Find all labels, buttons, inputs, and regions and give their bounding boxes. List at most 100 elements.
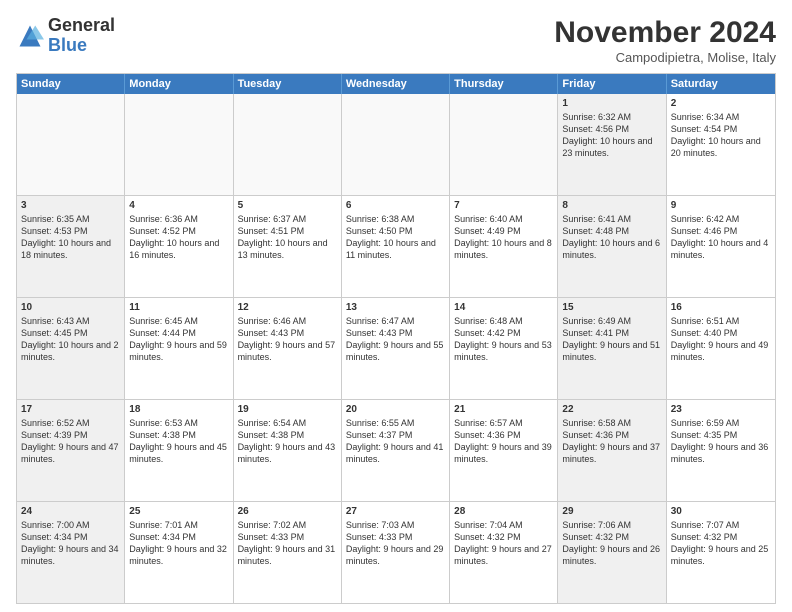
calendar-cell: 20Sunrise: 6:55 AM Sunset: 4:37 PM Dayli… bbox=[342, 400, 450, 501]
cell-info: Sunrise: 6:43 AM Sunset: 4:45 PM Dayligh… bbox=[21, 315, 120, 364]
cell-info: Sunrise: 6:37 AM Sunset: 4:51 PM Dayligh… bbox=[238, 213, 337, 262]
day-number: 29 bbox=[562, 505, 661, 518]
calendar-cell: 28Sunrise: 7:04 AM Sunset: 4:32 PM Dayli… bbox=[450, 502, 558, 603]
calendar-cell: 6Sunrise: 6:38 AM Sunset: 4:50 PM Daylig… bbox=[342, 196, 450, 297]
calendar-cell: 22Sunrise: 6:58 AM Sunset: 4:36 PM Dayli… bbox=[558, 400, 666, 501]
logo-text: General Blue bbox=[48, 16, 115, 56]
day-number: 18 bbox=[129, 403, 228, 416]
cell-info: Sunrise: 7:06 AM Sunset: 4:32 PM Dayligh… bbox=[562, 519, 661, 568]
day-number: 9 bbox=[671, 199, 771, 212]
day-number: 10 bbox=[21, 301, 120, 314]
cell-info: Sunrise: 6:48 AM Sunset: 4:42 PM Dayligh… bbox=[454, 315, 553, 364]
calendar-cell: 16Sunrise: 6:51 AM Sunset: 4:40 PM Dayli… bbox=[667, 298, 775, 399]
day-number: 14 bbox=[454, 301, 553, 314]
day-number: 12 bbox=[238, 301, 337, 314]
calendar-cell: 12Sunrise: 6:46 AM Sunset: 4:43 PM Dayli… bbox=[234, 298, 342, 399]
month-title: November 2024 bbox=[554, 16, 776, 50]
day-number: 21 bbox=[454, 403, 553, 416]
day-number: 27 bbox=[346, 505, 445, 518]
calendar-row: 10Sunrise: 6:43 AM Sunset: 4:45 PM Dayli… bbox=[17, 297, 775, 399]
cell-info: Sunrise: 6:35 AM Sunset: 4:53 PM Dayligh… bbox=[21, 213, 120, 262]
day-number: 2 bbox=[671, 97, 771, 110]
calendar-cell: 15Sunrise: 6:49 AM Sunset: 4:41 PM Dayli… bbox=[558, 298, 666, 399]
cell-info: Sunrise: 6:54 AM Sunset: 4:38 PM Dayligh… bbox=[238, 417, 337, 466]
calendar-header: SundayMondayTuesdayWednesdayThursdayFrid… bbox=[17, 74, 775, 94]
day-number: 17 bbox=[21, 403, 120, 416]
calendar-cell: 7Sunrise: 6:40 AM Sunset: 4:49 PM Daylig… bbox=[450, 196, 558, 297]
header-cell-tuesday: Tuesday bbox=[234, 74, 342, 94]
calendar-cell: 5Sunrise: 6:37 AM Sunset: 4:51 PM Daylig… bbox=[234, 196, 342, 297]
cell-info: Sunrise: 6:58 AM Sunset: 4:36 PM Dayligh… bbox=[562, 417, 661, 466]
header-cell-sunday: Sunday bbox=[17, 74, 125, 94]
day-number: 1 bbox=[562, 97, 661, 110]
cell-info: Sunrise: 7:00 AM Sunset: 4:34 PM Dayligh… bbox=[21, 519, 120, 568]
logo: General Blue bbox=[16, 16, 115, 56]
header-cell-monday: Monday bbox=[125, 74, 233, 94]
cell-info: Sunrise: 6:36 AM Sunset: 4:52 PM Dayligh… bbox=[129, 213, 228, 262]
cell-info: Sunrise: 6:38 AM Sunset: 4:50 PM Dayligh… bbox=[346, 213, 445, 262]
day-number: 8 bbox=[562, 199, 661, 212]
day-number: 19 bbox=[238, 403, 337, 416]
calendar-cell: 9Sunrise: 6:42 AM Sunset: 4:46 PM Daylig… bbox=[667, 196, 775, 297]
calendar-cell: 2Sunrise: 6:34 AM Sunset: 4:54 PM Daylig… bbox=[667, 94, 775, 195]
calendar-cell: 8Sunrise: 6:41 AM Sunset: 4:48 PM Daylig… bbox=[558, 196, 666, 297]
cell-info: Sunrise: 6:45 AM Sunset: 4:44 PM Dayligh… bbox=[129, 315, 228, 364]
day-number: 30 bbox=[671, 505, 771, 518]
cell-info: Sunrise: 6:41 AM Sunset: 4:48 PM Dayligh… bbox=[562, 213, 661, 262]
calendar-cell: 3Sunrise: 6:35 AM Sunset: 4:53 PM Daylig… bbox=[17, 196, 125, 297]
cell-info: Sunrise: 6:40 AM Sunset: 4:49 PM Dayligh… bbox=[454, 213, 553, 262]
calendar-cell: 17Sunrise: 6:52 AM Sunset: 4:39 PM Dayli… bbox=[17, 400, 125, 501]
calendar-cell bbox=[450, 94, 558, 195]
day-number: 25 bbox=[129, 505, 228, 518]
location: Campodipietra, Molise, Italy bbox=[554, 50, 776, 65]
cell-info: Sunrise: 6:34 AM Sunset: 4:54 PM Dayligh… bbox=[671, 111, 771, 160]
day-number: 24 bbox=[21, 505, 120, 518]
cell-info: Sunrise: 6:57 AM Sunset: 4:36 PM Dayligh… bbox=[454, 417, 553, 466]
cell-info: Sunrise: 6:46 AM Sunset: 4:43 PM Dayligh… bbox=[238, 315, 337, 364]
calendar-cell: 4Sunrise: 6:36 AM Sunset: 4:52 PM Daylig… bbox=[125, 196, 233, 297]
calendar-cell: 23Sunrise: 6:59 AM Sunset: 4:35 PM Dayli… bbox=[667, 400, 775, 501]
calendar-cell: 11Sunrise: 6:45 AM Sunset: 4:44 PM Dayli… bbox=[125, 298, 233, 399]
day-number: 13 bbox=[346, 301, 445, 314]
calendar-cell: 10Sunrise: 6:43 AM Sunset: 4:45 PM Dayli… bbox=[17, 298, 125, 399]
header: General Blue November 2024 Campodipietra… bbox=[16, 16, 776, 65]
cell-info: Sunrise: 6:53 AM Sunset: 4:38 PM Dayligh… bbox=[129, 417, 228, 466]
day-number: 16 bbox=[671, 301, 771, 314]
calendar-row: 24Sunrise: 7:00 AM Sunset: 4:34 PM Dayli… bbox=[17, 501, 775, 603]
cell-info: Sunrise: 6:32 AM Sunset: 4:56 PM Dayligh… bbox=[562, 111, 661, 160]
cell-info: Sunrise: 7:07 AM Sunset: 4:32 PM Dayligh… bbox=[671, 519, 771, 568]
calendar-row: 3Sunrise: 6:35 AM Sunset: 4:53 PM Daylig… bbox=[17, 195, 775, 297]
day-number: 26 bbox=[238, 505, 337, 518]
day-number: 3 bbox=[21, 199, 120, 212]
logo-general: General bbox=[48, 15, 115, 35]
calendar-cell: 24Sunrise: 7:00 AM Sunset: 4:34 PM Dayli… bbox=[17, 502, 125, 603]
header-cell-wednesday: Wednesday bbox=[342, 74, 450, 94]
cell-info: Sunrise: 6:47 AM Sunset: 4:43 PM Dayligh… bbox=[346, 315, 445, 364]
header-cell-saturday: Saturday bbox=[667, 74, 775, 94]
day-number: 15 bbox=[562, 301, 661, 314]
calendar-cell: 18Sunrise: 6:53 AM Sunset: 4:38 PM Dayli… bbox=[125, 400, 233, 501]
day-number: 20 bbox=[346, 403, 445, 416]
day-number: 7 bbox=[454, 199, 553, 212]
logo-blue: Blue bbox=[48, 35, 87, 55]
cell-info: Sunrise: 6:51 AM Sunset: 4:40 PM Dayligh… bbox=[671, 315, 771, 364]
calendar-cell: 21Sunrise: 6:57 AM Sunset: 4:36 PM Dayli… bbox=[450, 400, 558, 501]
calendar: SundayMondayTuesdayWednesdayThursdayFrid… bbox=[16, 73, 776, 604]
calendar-cell bbox=[234, 94, 342, 195]
calendar-body: 1Sunrise: 6:32 AM Sunset: 4:56 PM Daylig… bbox=[17, 94, 775, 603]
day-number: 11 bbox=[129, 301, 228, 314]
calendar-cell: 30Sunrise: 7:07 AM Sunset: 4:32 PM Dayli… bbox=[667, 502, 775, 603]
calendar-cell: 13Sunrise: 6:47 AM Sunset: 4:43 PM Dayli… bbox=[342, 298, 450, 399]
day-number: 22 bbox=[562, 403, 661, 416]
day-number: 6 bbox=[346, 199, 445, 212]
header-cell-thursday: Thursday bbox=[450, 74, 558, 94]
cell-info: Sunrise: 7:04 AM Sunset: 4:32 PM Dayligh… bbox=[454, 519, 553, 568]
calendar-cell: 25Sunrise: 7:01 AM Sunset: 4:34 PM Dayli… bbox=[125, 502, 233, 603]
calendar-cell bbox=[17, 94, 125, 195]
header-cell-friday: Friday bbox=[558, 74, 666, 94]
cell-info: Sunrise: 7:02 AM Sunset: 4:33 PM Dayligh… bbox=[238, 519, 337, 568]
cell-info: Sunrise: 7:03 AM Sunset: 4:33 PM Dayligh… bbox=[346, 519, 445, 568]
calendar-cell: 19Sunrise: 6:54 AM Sunset: 4:38 PM Dayli… bbox=[234, 400, 342, 501]
cell-info: Sunrise: 6:49 AM Sunset: 4:41 PM Dayligh… bbox=[562, 315, 661, 364]
calendar-row: 17Sunrise: 6:52 AM Sunset: 4:39 PM Dayli… bbox=[17, 399, 775, 501]
